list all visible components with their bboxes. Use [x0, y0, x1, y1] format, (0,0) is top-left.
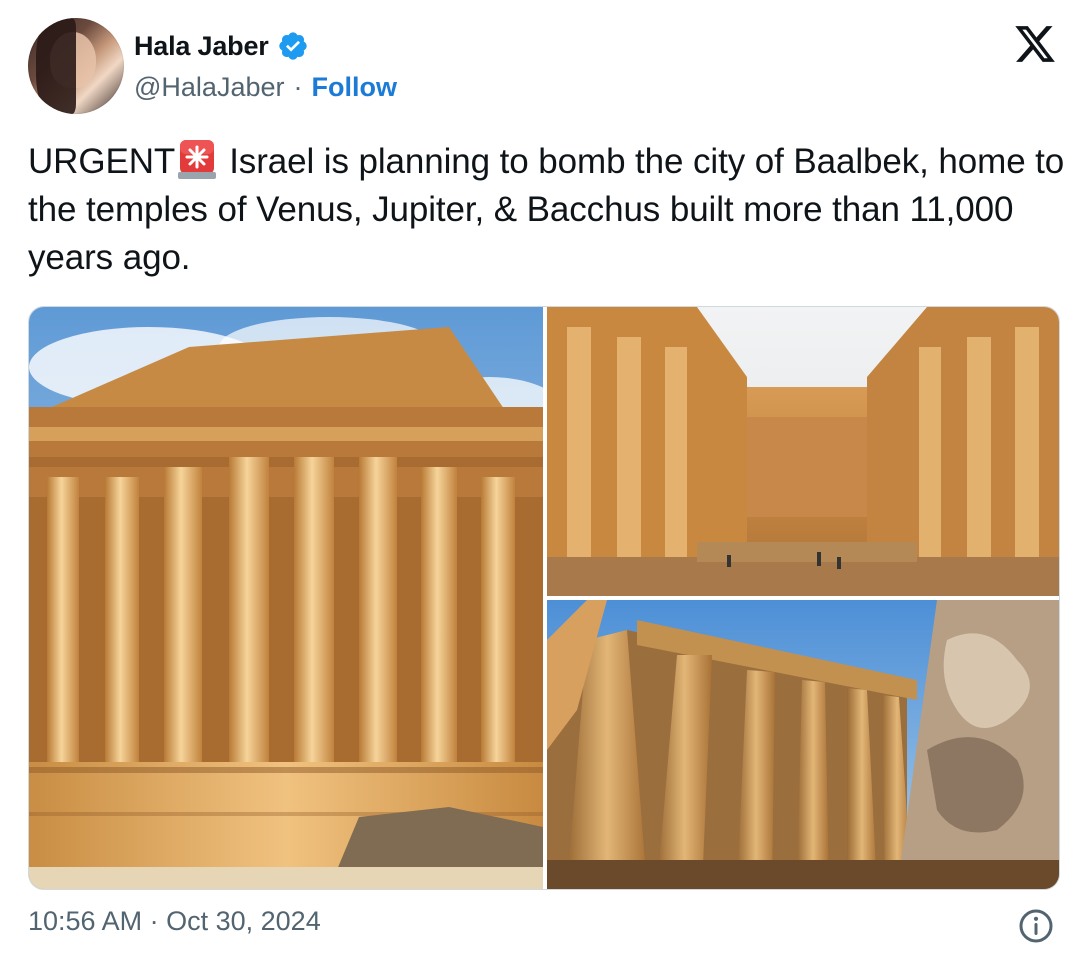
author-handle[interactable]: @HalaJaber	[134, 72, 284, 103]
tweet-image-1[interactable]	[29, 307, 543, 889]
timestamp-separator: ·	[149, 906, 159, 936]
tweet-date: Oct 30, 2024	[166, 906, 321, 936]
author-handle-row: @HalaJaber · Follow	[134, 72, 397, 103]
follow-button[interactable]: Follow	[311, 72, 396, 103]
author-name[interactable]: Hala Jaber	[134, 31, 269, 62]
temple-interior-photo	[547, 307, 1059, 596]
x-logo-icon[interactable]	[1012, 22, 1058, 66]
tweet-prefix: URGENT	[28, 142, 176, 181]
tweet-time: 10:56 AM	[28, 906, 143, 936]
siren-icon	[178, 140, 217, 179]
tweet-image-3[interactable]	[547, 600, 1059, 889]
tweet-timestamp[interactable]: 10:56 AM · Oct 30, 2024	[28, 906, 321, 937]
handle-separator: ·	[293, 72, 303, 102]
verified-badge-icon	[278, 32, 307, 60]
tweet-text: URGENT Israel is planning to bomb the ci…	[28, 138, 1068, 282]
tweet-image-2[interactable]	[547, 307, 1059, 596]
avatar[interactable]	[28, 18, 124, 114]
temple-exterior-photo	[29, 307, 543, 889]
info-icon[interactable]	[1018, 908, 1054, 944]
author-name-row: Hala Jaber	[134, 28, 309, 64]
media-grid	[28, 306, 1060, 890]
columns-low-angle-photo	[547, 600, 1059, 889]
